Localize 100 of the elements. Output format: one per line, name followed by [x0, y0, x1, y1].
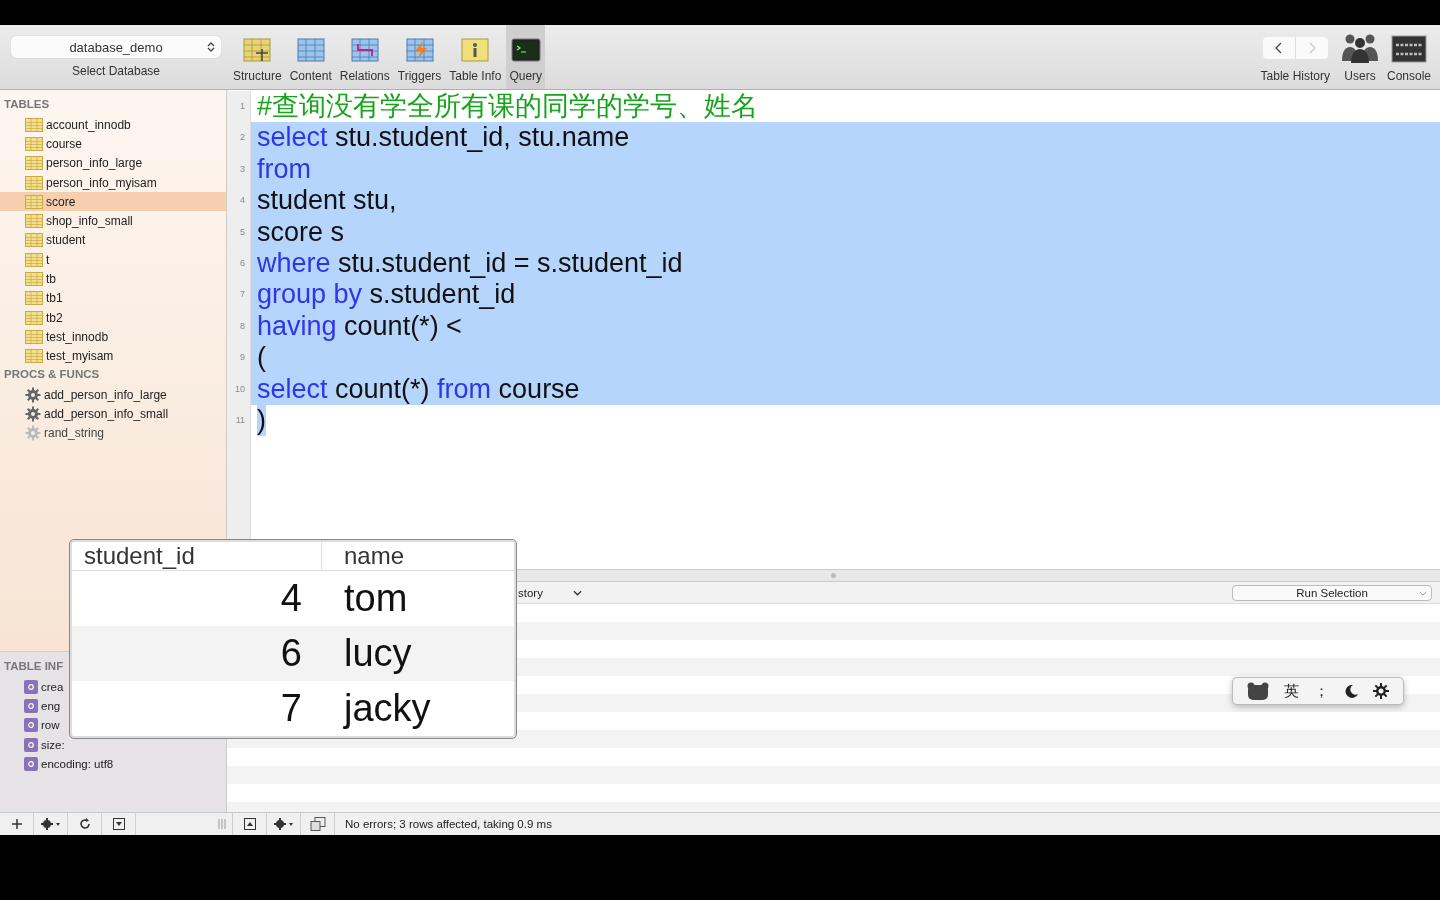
updown-icon	[207, 41, 215, 53]
settings-icon[interactable]	[1373, 683, 1390, 699]
info-text: row	[41, 719, 60, 732]
chevron-icon	[572, 589, 582, 596]
table-cell-text: jacky	[342, 687, 431, 730]
terminal-icon	[510, 37, 541, 63]
table-cell-text: tom	[343, 577, 408, 620]
line-number: 10	[227, 373, 251, 405]
table-icon	[25, 310, 43, 325]
section-header: PROCS & FUNCS	[3, 366, 101, 382]
sidebar-item[interactable]: t	[0, 250, 226, 270]
sidebar-item[interactable]: account_innodb	[0, 115, 226, 135]
toolbar-button[interactable]: Structure	[230, 25, 285, 89]
line-number: 1	[227, 91, 251, 123]
sidebar-item[interactable]: course	[0, 134, 226, 154]
table-icon	[25, 156, 43, 171]
sidebar-item[interactable]: score	[0, 192, 226, 212]
sidebar-item[interactable]: person_info_myisam	[0, 172, 226, 193]
table-icon	[25, 291, 43, 306]
gear-icon	[25, 386, 41, 403]
info-bullet-icon	[24, 698, 38, 713]
ime-toggle[interactable]: 英	[1283, 681, 1299, 701]
line-number: 3	[227, 153, 251, 186]
table-icon	[25, 136, 43, 151]
section-header: TABLES	[3, 97, 51, 112]
ime-toggle[interactable]: ；	[1313, 681, 1329, 701]
run-selection-button[interactable]: Run Selection	[1232, 584, 1432, 601]
sidebar-item[interactable]: person_info_large	[0, 153, 226, 173]
table-icon	[25, 117, 43, 132]
toolbar-button[interactable]: Triggers	[394, 25, 445, 89]
line-number: 2	[227, 122, 251, 154]
line-number: 7	[227, 279, 251, 311]
settings-icon	[273, 818, 294, 830]
table-icon	[242, 37, 273, 63]
info-bullet-icon	[24, 756, 38, 771]
info-bullet-icon	[24, 737, 38, 752]
info-bullet-icon	[24, 718, 38, 733]
column-header: name	[343, 542, 405, 570]
sidebar-item[interactable]: add_person_info_large	[0, 384, 226, 405]
table-icon	[25, 272, 43, 286]
table-icon	[25, 349, 43, 364]
console-icon	[1391, 35, 1427, 63]
line-number: 9	[227, 342, 251, 374]
moon-icon[interactable]	[1344, 684, 1359, 698]
toolbar-button[interactable]: Query	[506, 25, 546, 89]
line-number: 5	[227, 216, 251, 248]
code-line: #查询没有学全所有课的同学的学号、姓名	[256, 91, 759, 123]
line-number: 4	[227, 185, 251, 217]
collapse-icon	[112, 818, 125, 830]
table-history-label: Table History	[1260, 69, 1330, 83]
info-bullet-icon	[24, 679, 38, 694]
table-cell-text: lucy	[343, 632, 412, 675]
info-text: size:	[41, 738, 65, 751]
query-history-dropdown[interactable]: story	[512, 585, 588, 600]
info-text: crea	[41, 680, 64, 693]
back-icon	[1274, 42, 1283, 54]
plus-icon	[11, 819, 22, 829]
chevron-icon	[1419, 590, 1427, 596]
sidebar-item[interactable]: shop_info_small	[0, 211, 226, 231]
expand-icon	[243, 818, 256, 830]
info-text: encoding: utf8	[41, 757, 114, 770]
bear-logo-icon[interactable]	[1246, 682, 1269, 700]
sidebar-item[interactable]: test_myisam	[0, 346, 226, 366]
sidebar-item[interactable]: tb	[0, 269, 226, 289]
gear-icon	[25, 425, 41, 442]
toolbar-button[interactable]: Users	[1337, 25, 1382, 89]
sidebar-item[interactable]: test_innodb	[0, 327, 226, 347]
table-icon	[404, 37, 435, 63]
table-icon	[25, 214, 43, 229]
line-number: 6	[227, 247, 251, 280]
users-icon	[1340, 33, 1379, 63]
status-message: No errors; 3 rows affected, taking 0.9 ms	[345, 818, 552, 830]
toolbar-button[interactable]: Content	[286, 25, 335, 89]
sidebar-item[interactable]: tb1	[0, 288, 226, 308]
table-cell-text: 4	[279, 577, 303, 620]
toolbar-button[interactable]: Table Info	[446, 25, 505, 89]
toolbar-button[interactable]: Relations	[336, 25, 393, 89]
column-header: student_id	[72, 542, 322, 570]
section-header: TABLE INF	[3, 659, 65, 674]
info-text: eng	[41, 699, 61, 712]
sidebar-item[interactable]: student	[0, 230, 226, 251]
database-select[interactable]: database_demo	[11, 36, 221, 58]
table-cell-text: 6	[279, 632, 303, 675]
sidebar-item[interactable]: tb2	[0, 307, 226, 328]
resize-grip-icon	[218, 819, 226, 829]
settings-icon	[40, 818, 61, 830]
sidebar-item[interactable]: add_person_info_small	[0, 404, 226, 424]
table-icon	[25, 329, 43, 344]
table-icon	[25, 175, 43, 190]
documents-icon	[309, 817, 326, 831]
line-number: 8	[227, 310, 251, 343]
table-icon	[295, 37, 326, 63]
forward-icon	[1307, 42, 1316, 54]
gear-icon	[25, 405, 41, 422]
toolbar-button[interactable]: Console	[1383, 25, 1434, 89]
table-cell-text: 7	[279, 687, 303, 730]
line-number: 11	[227, 404, 251, 437]
select-database-label: Select Database	[71, 64, 161, 78]
table-icon	[25, 233, 43, 248]
info-icon	[460, 37, 491, 63]
